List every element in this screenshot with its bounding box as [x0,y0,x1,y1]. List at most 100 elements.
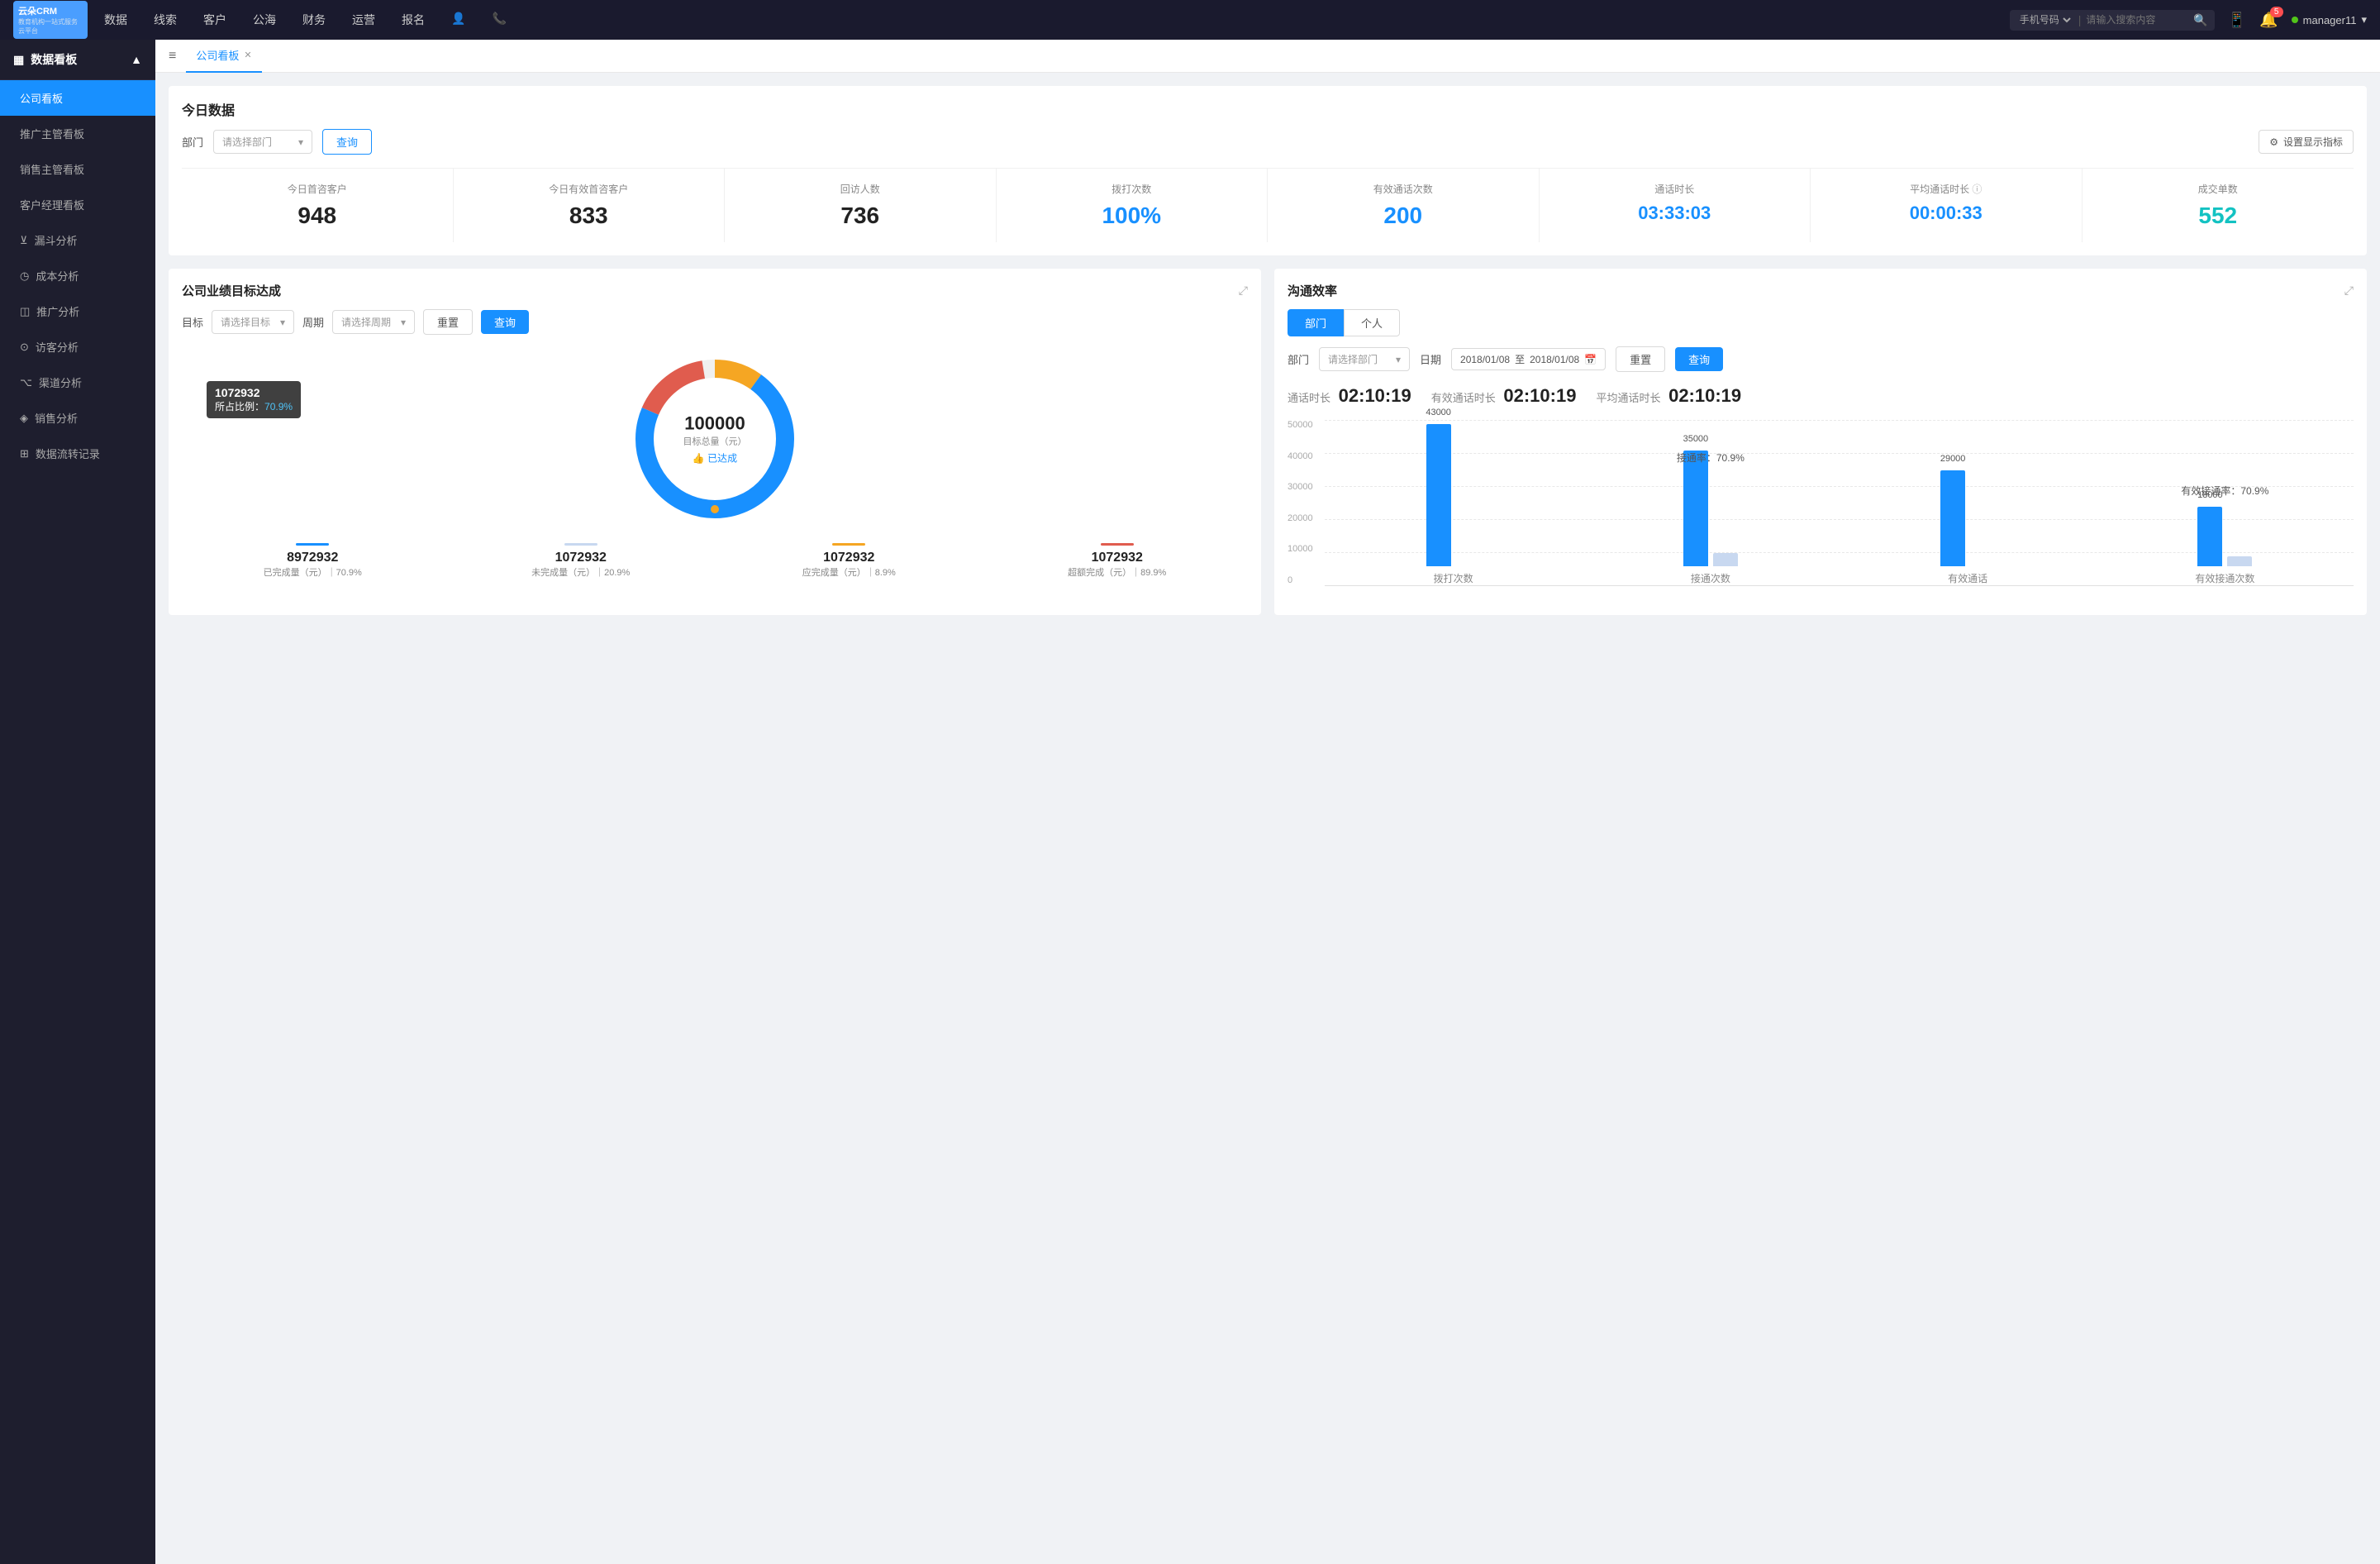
eff-tab-personal[interactable]: 个人 [1344,309,1400,336]
calendar-icon[interactable]: 📅 [1584,354,1597,365]
eff-date-range[interactable]: 2018/01/08 至 2018/01/08 📅 [1451,348,1606,370]
eff-date-label: 日期 [1420,351,1441,367]
online-dot [2292,17,2298,23]
donut-achieved-label: 👍 已达成 [683,451,747,465]
logo-text2: 教育机构一站式服务云平台 [18,17,83,36]
bar-label-top: 35000 [1683,434,1709,444]
sidebar-item-label: 公司看板 [20,90,63,106]
valid-connect-rate-label: 有效接通率：70.9% [2181,484,2268,498]
stat-over-complete: 1072932 超额完成（元）｜89.9% [987,543,1249,579]
stat-label: 应完成量（元）｜8.9% [718,565,980,579]
sidebar-flow-icon: ⊞ [20,447,29,460]
notification-icon[interactable]: 🔔 5 [2259,12,2278,29]
dept-filter-label: 部门 [182,134,203,150]
y-label-20000: 20000 [1288,513,1313,523]
sidebar-item-funnel[interactable]: ⊻ 漏斗分析 [0,222,155,258]
stat-dial-count: 拨打次数 100% [997,169,1269,242]
user-info[interactable]: manager11 ▾ [2292,13,2367,26]
tab-close-icon[interactable]: ✕ [244,50,251,60]
sidebar-item-promo-analysis[interactable]: ◫ 推广分析 [0,293,155,329]
nav-phone-icon[interactable]: 📞 [492,12,506,28]
sidebar-item-label: 销售分析 [35,410,78,426]
logo-text1: 云朵CRM [18,4,83,17]
bar-wrapper: 35000 [1683,451,1708,566]
period-select[interactable]: 请选择周期 ▾ [332,310,415,334]
device-icon[interactable]: 📱 [2228,12,2246,29]
today-query-button[interactable]: 查询 [322,129,372,155]
sidebar-item-label: 成本分析 [36,268,79,284]
tab-company-board[interactable]: 公司看板 ✕ [186,40,261,73]
stat-deals: 成交单数 552 [2082,169,2354,242]
efficiency-filter: 部门 请选择部门 ▾ 日期 2018/01/08 至 2018/01/08 📅 [1288,346,2354,372]
sidebar-item-cust-mgr[interactable]: 客户经理看板 [0,187,155,222]
sidebar-section-title: 数据看板 [31,51,77,68]
efficiency-panel-header: 沟通效率 ⤢ [1288,282,2354,299]
sidebar-item-visitor[interactable]: ⊙ 访客分析 [0,329,155,365]
target-query-button[interactable]: 查询 [481,310,529,334]
sidebar-item-label: 数据流转记录 [36,446,100,461]
target-reset-button[interactable]: 重置 [423,309,473,335]
eff-dept-select[interactable]: 请选择部门 ▾ [1319,347,1410,371]
nav-person-icon[interactable]: 👤 [451,12,465,28]
bottom-panels: 公司业绩目标达成 ⤢ 目标 请选择目标 ▾ 周期 请选择周期 ▾ [169,269,2367,615]
nav-finance[interactable]: 财务 [302,12,326,28]
y-label-50000: 50000 [1288,420,1313,430]
sidebar-item-company-board[interactable]: 公司看板 [0,80,155,116]
sidebar: ▦ 数据看板 ▲ 公司看板 推广主管看板 销售主管看板 客户经理看板 ⊻ 漏斗分… [0,40,155,1564]
search-type-select[interactable]: 手机号码 [2016,13,2073,26]
dept-select[interactable]: 请选择部门 ▾ [213,130,312,154]
nav-data[interactable]: 数据 [104,12,127,28]
dept-select-arrow: ▾ [298,136,303,148]
tab-toggle-icon[interactable]: ≡ [169,49,176,64]
top-navigation: 云朵CRM 教育机构一站式服务云平台 数据 线索 客户 公海 财务 运营 报名 … [0,0,2380,40]
bar-group-bars: 29000 [1940,401,1995,566]
sidebar-item-label: 访客分析 [36,339,79,355]
nav-ops[interactable]: 运营 [352,12,375,28]
sidebar-item-label: 渠道分析 [39,374,82,390]
target-bottom-stats: 8972932 已完成量（元）｜70.9% 1072932 未完成量（元）｜20… [182,543,1248,579]
settings-display-button[interactable]: ⚙ 设置显示指标 [2259,130,2354,154]
search-sep: | [2078,13,2082,26]
sidebar-item-sales-analysis[interactable]: ◈ 销售分析 [0,400,155,436]
y-label-10000: 10000 [1288,544,1313,554]
sidebar-item-promo-mgr[interactable]: 推广主管看板 [0,116,155,151]
search-input[interactable] [2086,14,2193,26]
stat-label: 已完成量（元）｜70.9% [182,565,444,579]
sidebar-collapse-icon[interactable]: ▲ [131,53,142,66]
stat-value: 03:33:03 [1549,203,1801,224]
sidebar-item-channel[interactable]: ⌥ 渠道分析 [0,365,155,400]
eff-reset-button[interactable]: 重置 [1616,346,1665,372]
user-dropdown-icon[interactable]: ▾ [2361,13,2367,26]
donut-center-text: 100000 目标总量（元） 👍 已达成 [683,413,747,465]
sidebar-channel-icon: ⌥ [20,376,32,389]
y-axis: 50000 40000 30000 20000 10000 0 [1288,420,1313,585]
target-label: 目标 [182,314,203,330]
efficiency-expand-icon[interactable]: ⤢ [2344,284,2354,298]
stat-value: 1072932 [450,551,712,565]
eff-query-button[interactable]: 查询 [1675,347,1723,371]
sidebar-item-cost[interactable]: ◷ 成本分析 [0,258,155,293]
eff-tab-dept[interactable]: 部门 [1288,309,1344,336]
search-icon[interactable]: 🔍 [2193,13,2207,27]
bar-wrapper: 29000 [1940,470,1965,566]
sidebar-visitor-icon: ⊙ [20,341,29,354]
grid-line [1325,585,2354,586]
target-expand-icon[interactable]: ⤢ [1239,284,1248,298]
nav-leads[interactable]: 线索 [154,12,177,28]
target-panel-header: 公司业绩目标达成 ⤢ [182,282,1248,299]
bar-wrapper [1713,553,1738,566]
target-select[interactable]: 请选择目标 ▾ [212,310,294,334]
sidebar-item-data-flow[interactable]: ⊞ 数据流转记录 [0,436,155,471]
donut-svg-wrapper: 100000 目标总量（元） 👍 已达成 [624,348,806,530]
stat-label: 回访人数 [735,182,986,196]
bar-group-valid: 29000 有效通话 [1840,401,2097,585]
stat-should-complete: 1072932 应完成量（元）｜8.9% [718,543,980,579]
nav-sea[interactable]: 公海 [253,12,276,28]
stat-label: 今日首咨客户 [192,182,443,196]
nav-customers[interactable]: 客户 [203,12,226,28]
nav-register[interactable]: 报名 [402,12,425,28]
stat-value: 1072932 [987,551,1249,565]
sidebar-item-sales-mgr[interactable]: 销售主管看板 [0,151,155,187]
bar-group-label: 有效通话 [1948,571,1987,585]
tooltip-pct-row: 所占比例：70.9% [215,399,293,413]
